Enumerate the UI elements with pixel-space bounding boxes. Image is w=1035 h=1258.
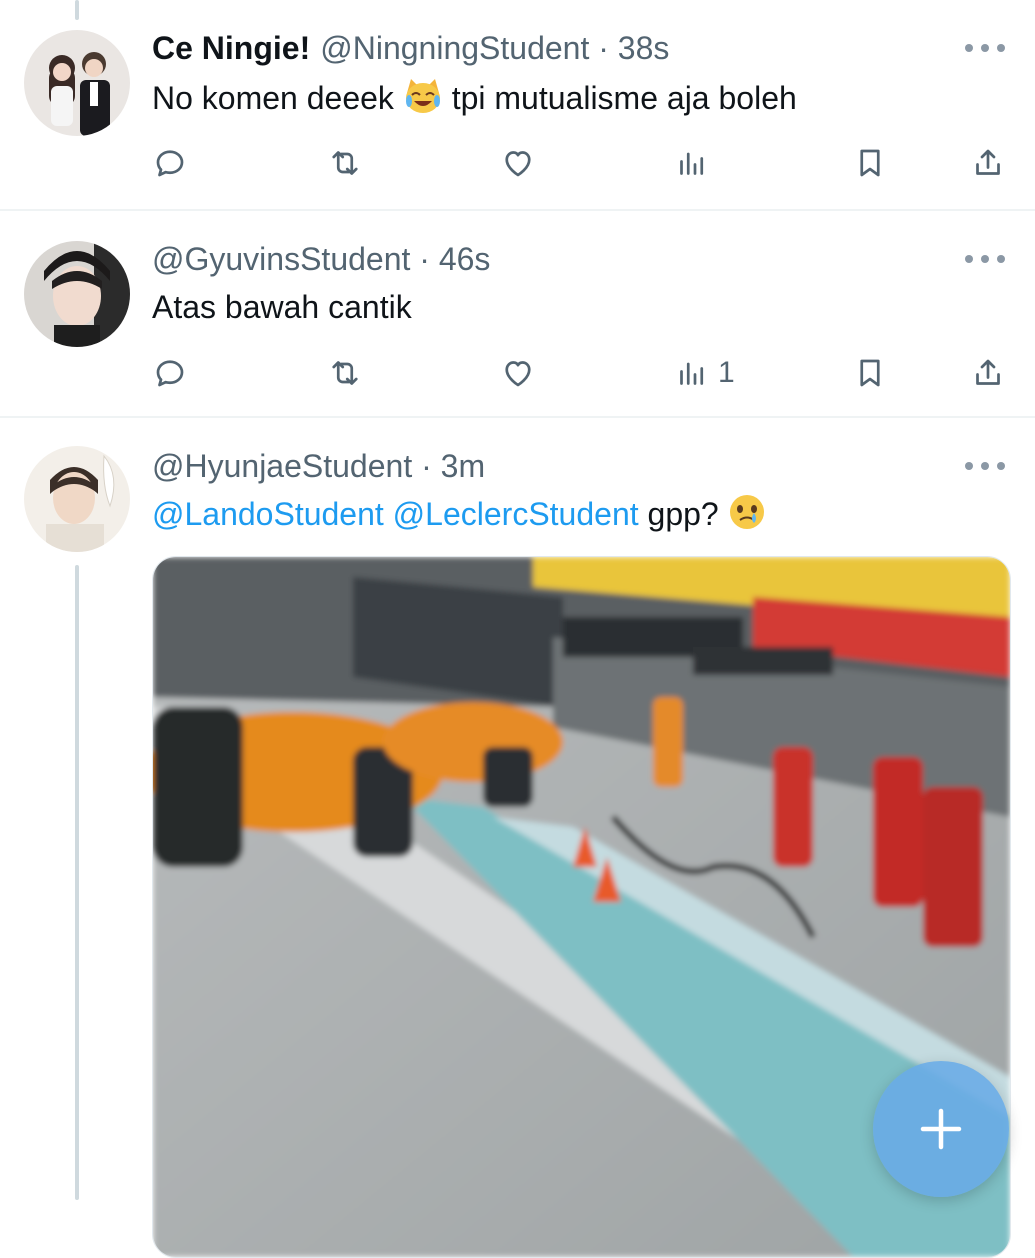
- tweet-header: @HyunjaeStudent · 3m: [152, 444, 995, 488]
- views-icon: [680, 362, 704, 385]
- share-icon: [976, 149, 1000, 175]
- avatar[interactable]: [24, 241, 130, 347]
- timestamp[interactable]: 3m: [441, 448, 485, 484]
- reply-icon: [156, 360, 184, 387]
- retweet-button[interactable]: [327, 349, 363, 397]
- bookmark-button[interactable]: [852, 139, 888, 187]
- like-button[interactable]: [500, 349, 536, 397]
- reply-icon: [156, 150, 184, 177]
- user-handle[interactable]: @NingningStudent: [320, 30, 589, 66]
- views-button[interactable]: [674, 139, 718, 187]
- user-handle[interactable]: @GyuvinsStudent: [152, 241, 410, 277]
- views-count: 1: [718, 356, 735, 389]
- separator-dot: ·: [598, 30, 609, 66]
- separator-dot: ·: [421, 448, 432, 484]
- tweet-actions: 1: [152, 349, 1012, 397]
- bookmark-icon: [860, 149, 880, 177]
- user-handle[interactable]: @HyunjaeStudent: [152, 448, 412, 484]
- compose-plus-icon: [920, 1108, 962, 1150]
- reply-button[interactable]: [152, 139, 188, 187]
- more-icon[interactable]: [965, 452, 1005, 480]
- mention-link[interactable]: @LeclercStudent: [393, 496, 639, 532]
- display-name[interactable]: Ce Ningie!: [152, 30, 310, 66]
- tweet-2[interactable]: @GyuvinsStudent · 46s Atas bawah cantik …: [0, 211, 1035, 417]
- more-icon[interactable]: [965, 34, 1005, 62]
- retweet-icon: [332, 151, 358, 175]
- tweet-text: No komen deeek tpi mutualisme aja boleh: [152, 76, 1005, 126]
- share-button[interactable]: [970, 139, 1006, 187]
- separator-dot: ·: [419, 241, 430, 277]
- tweet-header: @GyuvinsStudent · 46s: [152, 237, 995, 281]
- bookmark-button[interactable]: [852, 349, 888, 397]
- bookmark-icon: [860, 359, 880, 387]
- like-icon: [505, 361, 531, 387]
- share-icon: [976, 359, 1000, 385]
- tweet-actions: [152, 139, 1012, 187]
- tweet-text: @LandoStudent @LeclercStudent gpp?: [152, 492, 1005, 542]
- share-button[interactable]: [970, 349, 1006, 397]
- tweet-text-part: No komen deeek: [152, 80, 403, 116]
- tweet-1[interactable]: Ce Ningie! @NingningStudent · 38s No kome…: [0, 0, 1035, 210]
- tweet-text-part: tpi mutualisme aja boleh: [442, 80, 797, 116]
- timestamp[interactable]: 46s: [439, 241, 491, 277]
- timestamp[interactable]: 38s: [618, 30, 670, 66]
- avatar[interactable]: [24, 30, 130, 136]
- avatar[interactable]: [24, 446, 130, 552]
- tweet-text-part: gpp?: [638, 496, 728, 532]
- views-button[interactable]: 1: [674, 349, 735, 397]
- retweet-icon: [332, 361, 358, 385]
- holding-back-tears-emoji-icon: [728, 493, 766, 542]
- retweet-button[interactable]: [327, 139, 363, 187]
- views-icon: [680, 152, 704, 175]
- crying-laughing-cat-emoji-icon: [403, 77, 443, 126]
- like-button[interactable]: [500, 139, 536, 187]
- like-icon: [505, 151, 531, 177]
- reply-button[interactable]: [152, 349, 188, 397]
- tweet-text: Atas bawah cantik: [152, 289, 412, 325]
- compose-button[interactable]: [873, 1061, 1009, 1197]
- more-icon[interactable]: [965, 245, 1005, 273]
- mention-link[interactable]: @LandoStudent: [152, 496, 384, 532]
- tweet-header: Ce Ningie! @NingningStudent · 38s: [152, 26, 995, 70]
